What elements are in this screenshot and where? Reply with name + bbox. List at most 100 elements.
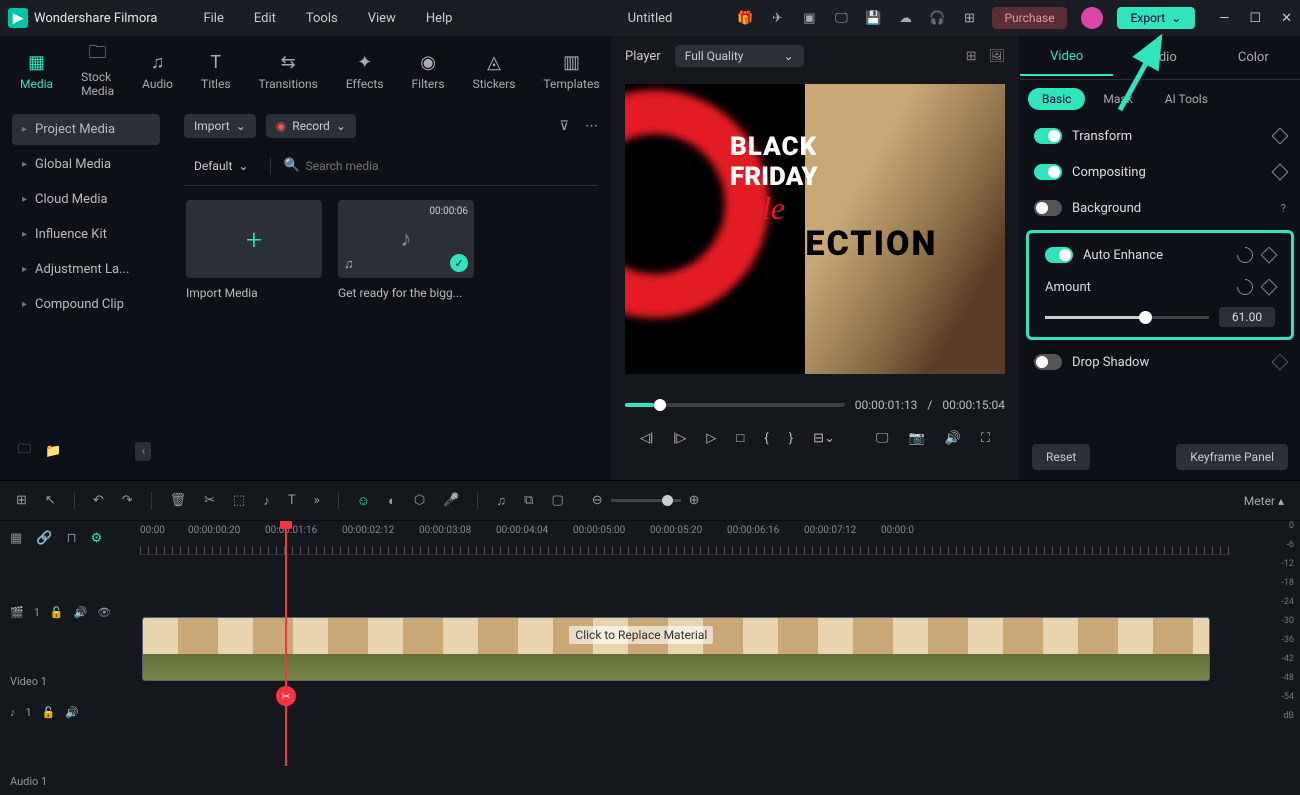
sort-dropdown[interactable]: Default⌄ — [184, 154, 258, 178]
amount-slider[interactable] — [1045, 316, 1209, 319]
tab-filters[interactable]: ◉Filters — [412, 51, 445, 91]
more-icon[interactable]: ⋯ — [585, 119, 598, 134]
tab-audio[interactable]: ♫Audio — [142, 51, 173, 91]
eye-icon[interactable]: 👁 — [97, 606, 111, 619]
cat-cloud-media[interactable]: ▸Cloud Media — [12, 184, 160, 215]
toggle-drop-shadow[interactable] — [1034, 354, 1062, 370]
cat-adjustment-layer[interactable]: ▸Adjustment La... — [12, 254, 160, 285]
keyframe-icon[interactable] — [1272, 164, 1289, 181]
zoom-out-icon[interactable]: ⊖ — [592, 493, 603, 508]
redo-icon[interactable]: ↷ — [122, 493, 133, 508]
fullscreen-icon[interactable]: ⛶ — [981, 431, 990, 446]
reset-icon[interactable] — [1234, 244, 1257, 267]
quality-dropdown[interactable]: Full Quality⌄ — [675, 45, 804, 67]
display-icon[interactable]: 🖵 — [876, 431, 889, 446]
menu-file[interactable]: File — [203, 11, 223, 26]
import-dropdown[interactable]: Import⌄ — [184, 114, 256, 138]
undo-icon[interactable]: ↶ — [93, 493, 104, 508]
keyframe-icon[interactable] — [1272, 354, 1289, 371]
export-button[interactable]: Export⌄ — [1117, 7, 1196, 29]
folder-add-icon[interactable]: 🗀 — [18, 440, 31, 462]
tab-templates[interactable]: ▥Templates — [543, 51, 599, 91]
cloud-icon[interactable]: ☁ — [896, 9, 914, 27]
keyframe-panel-button[interactable]: Keyframe Panel — [1176, 444, 1288, 470]
menu-tools[interactable]: Tools — [306, 11, 338, 26]
menu-edit[interactable]: Edit — [254, 11, 276, 26]
cat-compound-clip[interactable]: ▸Compound Clip — [12, 289, 160, 320]
text-tool-icon[interactable]: T — [288, 493, 296, 508]
tab-media[interactable]: ▦Media — [20, 51, 53, 91]
apps-icon[interactable]: ⊞ — [960, 9, 978, 27]
meter-label[interactable]: Meter ▴ — [1244, 494, 1284, 508]
search-input[interactable]: 🔍 — [283, 158, 598, 173]
next-frame-icon[interactable]: |▷ — [673, 431, 686, 446]
preview-scrubber[interactable] — [625, 403, 845, 407]
sync-icon[interactable]: ♫ — [496, 493, 506, 509]
frame-icon[interactable]: ▢ — [551, 493, 563, 508]
tab-stickers[interactable]: ◬Stickers — [473, 51, 516, 91]
filter-list-icon[interactable]: ⊽ — [559, 119, 569, 134]
prop-background[interactable]: Background ? — [1020, 190, 1300, 226]
zoom-slider[interactable] — [611, 499, 681, 502]
help-icon[interactable]: ? — [1281, 202, 1286, 215]
mark-in-icon[interactable]: { — [764, 431, 768, 446]
tab-titles[interactable]: TTitles — [201, 51, 230, 91]
mark-out-icon[interactable]: } — [789, 431, 793, 446]
cat-global-media[interactable]: ▸Global Media — [12, 149, 160, 180]
tab-audio[interactable]: Audio — [1113, 40, 1206, 75]
cat-project-media[interactable]: ▸Project Media — [12, 114, 160, 145]
screen-icon[interactable]: ▣ — [800, 9, 818, 27]
mute-icon[interactable]: 🔊 — [74, 606, 88, 619]
delete-icon[interactable]: 🗑 — [170, 493, 187, 508]
prev-frame-icon[interactable]: ◁| — [640, 431, 653, 446]
auto-icon[interactable]: ⚙ — [91, 531, 103, 546]
subtab-basic[interactable]: Basic — [1028, 88, 1085, 110]
zoom-in-icon[interactable]: ⊕ — [689, 493, 700, 508]
subtab-mask[interactable]: Mask — [1089, 88, 1146, 110]
tab-effects[interactable]: ✦Effects — [346, 51, 384, 91]
toggle-transform[interactable] — [1034, 128, 1062, 144]
collapse-sidebar-icon[interactable]: ‹ — [135, 442, 151, 461]
tab-color[interactable]: Color — [1207, 40, 1300, 75]
playhead[interactable] — [285, 521, 287, 766]
timeline-ruler[interactable]: 00:00 00:00:00:20 00:00:01:16 00:00:02:1… — [140, 521, 1230, 555]
more-tools-icon[interactable]: » — [314, 493, 320, 508]
close-icon[interactable]: ✕ — [1281, 11, 1292, 26]
timeline-tracks[interactable]: 00:00 00:00:00:20 00:00:01:16 00:00:02:1… — [140, 521, 1230, 766]
mic-icon[interactable]: 🎤 — [443, 493, 459, 508]
subtab-ai-tools[interactable]: AI Tools — [1151, 88, 1222, 110]
keyframe-icon[interactable] — [1261, 279, 1278, 296]
tab-video[interactable]: Video — [1020, 39, 1113, 76]
pip-icon[interactable]: ⧉ — [524, 493, 533, 508]
avatar[interactable] — [1081, 7, 1103, 29]
cut-icon[interactable]: ✂ — [204, 493, 215, 508]
grid-view-icon[interactable]: ⊞ — [966, 49, 977, 64]
volume-icon[interactable]: 🔊 — [945, 431, 961, 446]
track-layout-icon[interactable]: ▦ — [10, 531, 22, 546]
headphones-icon[interactable]: 🎧 — [928, 9, 946, 27]
cursor-icon[interactable]: ↖ — [45, 493, 56, 508]
layout-icon[interactable]: ⊞ — [16, 493, 27, 508]
toggle-background[interactable] — [1034, 200, 1062, 216]
maximize-icon[interactable]: ☐ — [1249, 11, 1261, 26]
monitor-icon[interactable]: 🖵 — [832, 9, 850, 27]
reset-icon[interactable] — [1234, 276, 1257, 299]
media-item[interactable]: 00:00:06 ♪ ♫ ✓ Get ready for the bigg... — [338, 200, 474, 300]
link-icon[interactable]: 🔗 — [36, 531, 52, 546]
cat-influence-kit[interactable]: ▸Influence Kit — [12, 219, 160, 250]
menu-view[interactable]: View — [368, 11, 396, 26]
prop-drop-shadow[interactable]: Drop Shadow — [1020, 344, 1300, 380]
video-clip[interactable]: Click to Replace Material — [142, 617, 1210, 681]
ratio-icon[interactable]: ⊟⌄ — [813, 431, 835, 446]
play-icon[interactable]: ▷ — [706, 431, 716, 446]
toggle-compositing[interactable] — [1034, 164, 1062, 180]
color-tool-icon[interactable]: ◐ — [388, 493, 396, 509]
marker-icon[interactable]: ⬡ — [414, 493, 425, 508]
snapshot-icon[interactable]: 📷 — [908, 431, 924, 446]
folder-open-icon[interactable]: 📁 — [45, 444, 61, 459]
picture-icon[interactable]: 🖼 — [988, 49, 1005, 64]
audio-tool-icon[interactable]: ♪ — [263, 493, 270, 509]
lock-icon[interactable]: 🔓 — [42, 706, 56, 719]
amount-value[interactable]: 61.00 — [1219, 307, 1275, 327]
save-icon[interactable]: 💾 — [864, 9, 882, 27]
